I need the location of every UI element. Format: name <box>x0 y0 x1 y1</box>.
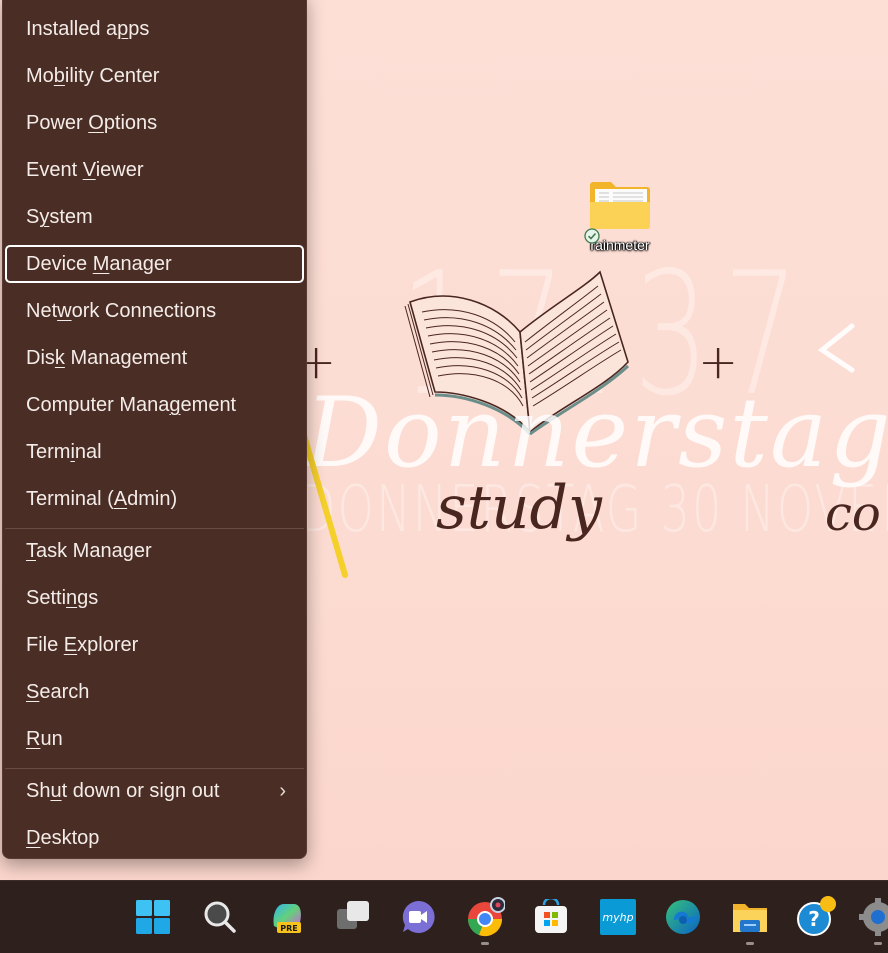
settings-gear-icon <box>859 898 888 936</box>
menu-item-terminal-admin[interactable]: Terminal (Admin) <box>5 480 304 518</box>
sync-check-icon <box>584 228 600 244</box>
menu-item-label: Network Connections <box>26 300 217 322</box>
menu-item-system[interactable]: System <box>5 198 304 236</box>
start-button[interactable] <box>131 895 175 939</box>
menu-item-label: Desktop <box>26 827 100 849</box>
menu-separator <box>5 768 304 769</box>
copilot-button[interactable]: PRE <box>265 895 309 939</box>
chevron-left-icon[interactable] <box>812 318 862 378</box>
study-shortcut[interactable]: study <box>436 478 602 538</box>
menu-item-label: Search <box>26 681 90 703</box>
menu-item-label: Device Manager <box>26 253 172 275</box>
file-explorer-icon <box>733 904 767 932</box>
menu-item-search[interactable]: Search <box>5 673 304 711</box>
search-button[interactable] <box>198 895 242 939</box>
menu-item-label: Shut down or sign out <box>26 780 220 802</box>
svg-text:?: ? <box>808 907 820 931</box>
microsoft-store-icon <box>535 899 567 933</box>
chrome-icon <box>467 897 505 937</box>
menu-separator <box>5 528 304 529</box>
menu-item-file-explorer[interactable]: File Explorer <box>5 626 304 664</box>
menu-item-label: Terminal (Admin) <box>26 488 178 510</box>
menu-item-label: Run <box>26 728 63 750</box>
menu-item-label: System <box>26 206 93 228</box>
menu-item-computer-management[interactable]: Computer Management <box>5 386 304 424</box>
menu-item-label: Task Manager <box>26 540 152 562</box>
menu-item-disk-management[interactable]: Disk Management <box>5 339 304 377</box>
windows-logo-icon <box>136 900 170 934</box>
svg-text:myhp: myhp <box>602 911 633 924</box>
menu-item-label: Settings <box>26 587 99 609</box>
menu-item-event-viewer[interactable]: Event Viewer <box>5 151 304 189</box>
notification-badge-icon <box>820 896 836 912</box>
microsoft-store-button[interactable] <box>529 895 573 939</box>
task-view-button[interactable] <box>331 895 375 939</box>
task-view-icon <box>337 901 369 929</box>
day-widget: Donnerstag <box>305 377 888 489</box>
menu-item-label: Disk Management <box>26 347 188 369</box>
meet-button[interactable] <box>396 895 440 939</box>
menu-item-label: Power Options <box>26 112 158 134</box>
copilot-icon: PRE <box>273 904 301 933</box>
menu-item-terminal[interactable]: Terminal <box>5 433 304 471</box>
code-shortcut[interactable]: co <box>825 490 881 538</box>
menu-item-label: Computer Management <box>26 394 237 416</box>
edge-button[interactable] <box>661 895 705 939</box>
folder-icon <box>590 182 650 229</box>
menu-item-mobility-center[interactable]: Mobility Center <box>5 57 304 95</box>
menu-item-label: File Explorer <box>26 634 139 656</box>
taskbar: PRE myhp ? <box>0 880 888 953</box>
menu-item-label: Event Viewer <box>26 159 144 181</box>
menu-item-run[interactable]: Run <box>5 720 304 758</box>
video-chat-icon <box>402 900 435 933</box>
chevron-right-icon: › <box>279 780 286 802</box>
menu-item-network-connections[interactable]: Network Connections <box>5 292 304 330</box>
menu-item-desktop[interactable]: Desktop <box>5 819 304 857</box>
menu-item-task-manager[interactable]: Task Manager <box>5 532 304 570</box>
myhp-button[interactable]: myhp <box>596 895 640 939</box>
file-explorer-button[interactable] <box>728 895 772 945</box>
menu-item-label: Mobility Center <box>26 65 160 87</box>
menu-item-settings[interactable]: Settings <box>5 579 304 617</box>
winx-context-menu: Installed apps Mobility Center Power Optio… <box>2 0 307 859</box>
copilot-badge: PRE <box>280 924 298 933</box>
settings-button[interactable] <box>856 895 888 945</box>
desktop-icon-rainmeter[interactable]: rainmeter <box>578 178 662 253</box>
chrome-button[interactable] <box>463 895 507 945</box>
myhp-icon: myhp <box>600 899 636 935</box>
help-icon: ? <box>797 896 836 936</box>
menu-item-label: Terminal <box>26 441 102 463</box>
edge-icon <box>666 900 700 934</box>
menu-item-installed-apps[interactable]: Installed apps <box>5 10 304 48</box>
search-icon <box>204 901 236 933</box>
menu-item-device-manager[interactable]: Device Manager <box>5 245 304 283</box>
get-help-button[interactable]: ? <box>794 895 838 939</box>
menu-item-shut-down-or-sign-out[interactable]: Shut down or sign out › <box>5 772 304 810</box>
menu-item-power-options[interactable]: Power Options <box>5 104 304 142</box>
menu-item-label: Installed apps <box>26 18 150 40</box>
plus-icon: + <box>698 334 739 390</box>
